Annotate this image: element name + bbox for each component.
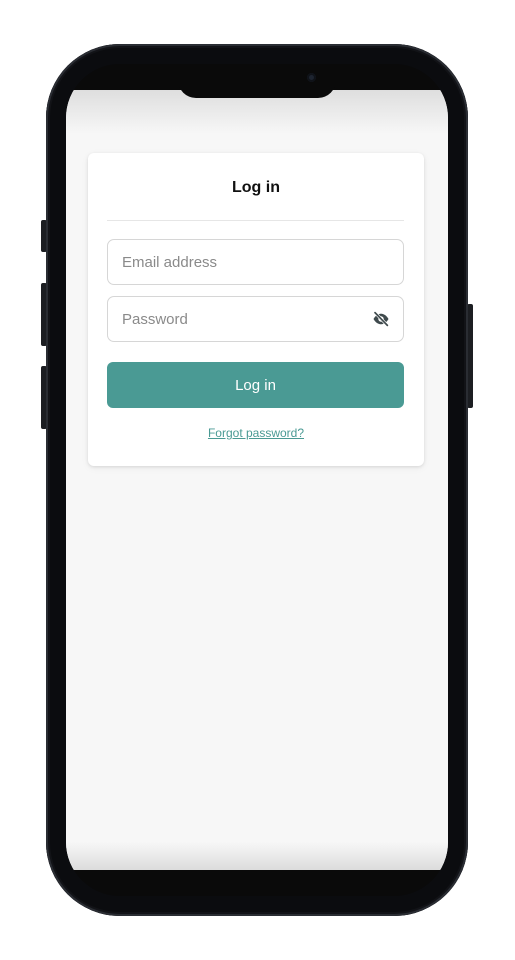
front-camera-icon [307,73,316,82]
eye-off-icon[interactable] [372,310,390,328]
phone-screen: Log in Log in Forgot passw [66,64,448,896]
phone-notch [178,64,336,98]
home-indicator-area-shade [66,842,448,870]
forgot-password-link[interactable]: Forgot password? [88,426,424,440]
login-button[interactable]: Log in [107,362,404,408]
title-divider [107,220,404,221]
password-input[interactable] [122,297,372,341]
login-title: Log in [232,179,280,196]
email-field[interactable] [107,239,404,285]
app-viewport: Log in Log in Forgot passw [66,90,448,870]
login-card: Log in Log in Forgot passw [88,153,424,466]
email-input[interactable] [122,240,372,284]
stage: Log in Log in Forgot passw [0,0,515,960]
password-field[interactable] [107,296,404,342]
